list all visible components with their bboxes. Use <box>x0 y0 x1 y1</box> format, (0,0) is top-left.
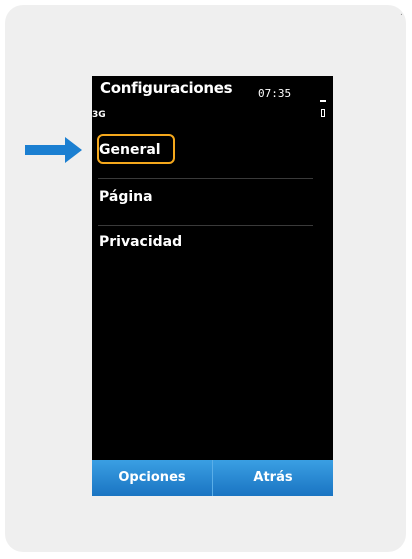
back-softkey[interactable]: Atrás <box>212 460 333 496</box>
phone-screen: Configuraciones 07:35 3G General Página … <box>92 76 333 496</box>
screen-title: Configuraciones <box>100 79 233 97</box>
menu-item-label: General <box>99 142 161 158</box>
corner-mark: . <box>400 8 403 18</box>
network-indicator: 3G <box>92 110 106 120</box>
menu-item-pagina[interactable]: Página <box>92 182 314 212</box>
softkey-bar: Opciones Atrás <box>92 460 333 496</box>
arrow-right-icon <box>25 137 82 163</box>
menu-item-label: Página <box>99 189 153 205</box>
menu-item-label: Privacidad <box>99 234 183 250</box>
divider <box>98 178 313 179</box>
menu-item-privacidad[interactable]: Privacidad <box>92 227 314 257</box>
battery-icon <box>321 109 325 117</box>
options-softkey[interactable]: Opciones <box>92 460 212 496</box>
clock-time: 07:35 <box>258 87 292 100</box>
divider <box>98 225 313 226</box>
menu-item-general[interactable]: General <box>92 135 314 165</box>
signal-bar-icon <box>320 100 326 102</box>
